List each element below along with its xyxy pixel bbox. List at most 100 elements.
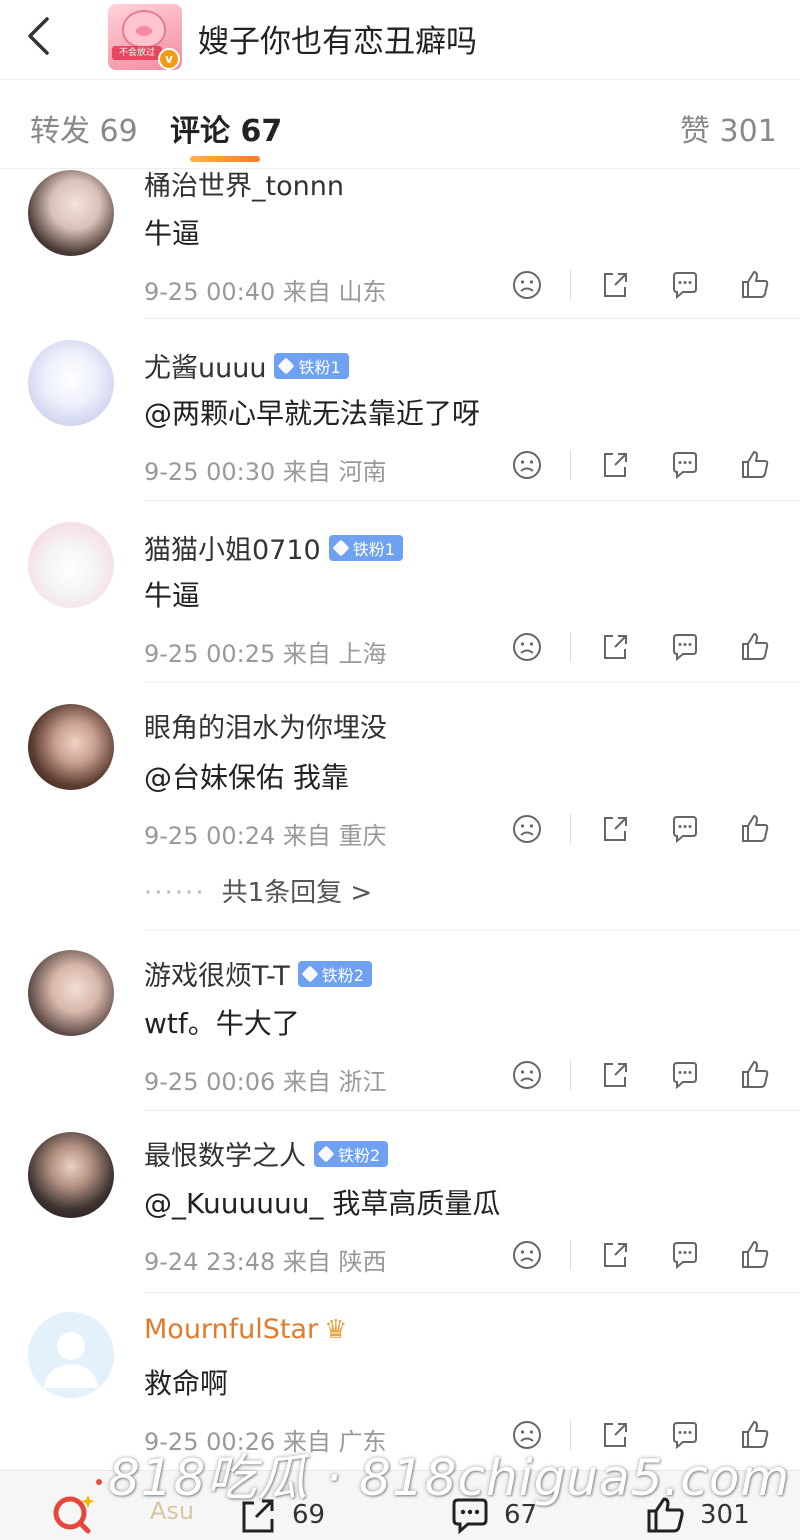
search-button[interactable]	[48, 1489, 96, 1537]
comment-meta: 9-25 00:30 来自 河南	[144, 458, 387, 486]
comment-text: 牛逼	[144, 579, 201, 612]
comment-username[interactable]: 最恨数学之人 铁粉2	[144, 1134, 389, 1173]
watermark: 818吃瓜 · 818chigua5.com	[96, 1438, 790, 1510]
comment-username[interactable]: 眼角的泪水为你埋没	[144, 706, 387, 745]
diamond-icon	[317, 1145, 335, 1162]
dislike-button[interactable]	[510, 1238, 544, 1272]
sad-face-icon	[513, 1241, 541, 1269]
crown-icon: ♛	[324, 1314, 348, 1345]
avatar[interactable]	[28, 1312, 114, 1398]
comment-text: wtf。牛大了	[144, 1007, 300, 1040]
comment-button[interactable]	[668, 812, 702, 846]
dislike-button[interactable]	[510, 812, 544, 846]
comment-text: 救命啊	[144, 1367, 229, 1400]
comment-username[interactable]: 游戏很烦T-T 铁粉2	[144, 954, 372, 993]
like-button[interactable]	[738, 268, 772, 302]
view-replies-link[interactable]: ······ 共1条回复 >	[144, 872, 372, 909]
divider	[570, 270, 571, 300]
avatar[interactable]	[28, 522, 114, 608]
comment-text: @两颗心早就无法靠近了呀	[144, 397, 481, 430]
sad-face-icon	[513, 451, 541, 479]
share-icon	[604, 635, 627, 659]
comment-actions	[510, 812, 780, 848]
top-bar: 不会放过 v 嫂子你也有恋丑癖吗	[0, 0, 800, 80]
comment-username[interactable]: MournfulStar ♛	[144, 1314, 347, 1345]
title-blur-overlay	[480, 10, 790, 62]
tab-likes[interactable]: 赞 301	[680, 106, 777, 150]
comment-button[interactable]	[668, 1058, 702, 1092]
divider	[0, 79, 800, 80]
thumbs-up-icon	[742, 271, 769, 298]
divider	[144, 318, 800, 319]
thumbs-up-icon	[742, 451, 769, 478]
tab-comments[interactable]: 评论 67	[170, 106, 282, 150]
fan-badge: 铁粉1	[274, 352, 349, 379]
share-icon	[604, 273, 627, 297]
dislike-button[interactable]	[510, 630, 544, 664]
divider	[570, 1060, 571, 1090]
divider	[570, 450, 571, 480]
comment-meta: 9-25 00:25 来自 上海	[144, 640, 387, 668]
comment-username[interactable]: 桶治世界_tonnn	[144, 164, 344, 203]
comment-icon	[673, 452, 697, 480]
share-button[interactable]	[598, 1238, 632, 1272]
share-button[interactable]	[598, 268, 632, 302]
like-button[interactable]	[738, 1058, 772, 1092]
search-icon	[53, 1495, 95, 1534]
diamond-icon	[301, 965, 319, 982]
comment-icon	[673, 1242, 697, 1270]
dislike-button[interactable]	[510, 1058, 544, 1092]
dislike-button[interactable]	[510, 448, 544, 482]
tab-repost[interactable]: 转发 69	[30, 106, 138, 150]
thumbs-up-icon	[742, 815, 769, 842]
pig-avatar-image	[122, 10, 166, 48]
sad-face-icon	[513, 633, 541, 661]
avatar[interactable]	[28, 170, 114, 256]
comment-text: 牛逼	[144, 217, 201, 250]
watermark-dot	[96, 1478, 102, 1485]
back-button[interactable]	[18, 14, 58, 58]
comment-button[interactable]	[668, 1238, 702, 1272]
comment-icon	[673, 634, 697, 662]
comment-button[interactable]	[668, 630, 702, 664]
avatar[interactable]	[28, 1132, 114, 1218]
like-button[interactable]	[738, 1238, 772, 1272]
divider	[570, 632, 571, 662]
avatar[interactable]	[28, 950, 114, 1036]
thumbs-up-icon	[742, 633, 769, 660]
comment-icon	[673, 816, 697, 844]
divider	[144, 1110, 800, 1111]
dislike-button[interactable]	[510, 268, 544, 302]
chevron-left-icon	[28, 17, 49, 55]
share-button[interactable]	[598, 630, 632, 664]
comment-text: @_Kuuuuuu_ 我草高质量瓜	[144, 1187, 501, 1220]
comment-button[interactable]	[668, 268, 702, 302]
share-button[interactable]	[598, 1058, 632, 1092]
sad-face-icon	[513, 815, 541, 843]
fan-badge: 铁粉2	[297, 960, 372, 987]
share-icon	[604, 453, 627, 477]
diamond-icon	[332, 539, 350, 556]
like-button[interactable]	[738, 448, 772, 482]
share-button[interactable]	[598, 812, 632, 846]
like-button[interactable]	[738, 630, 772, 664]
thumbs-up-icon	[742, 1241, 769, 1268]
avatar[interactable]	[28, 704, 114, 790]
avatar[interactable]	[28, 340, 114, 426]
comment-meta: 9-24 23:48 来自 陕西	[144, 1248, 387, 1276]
divider	[570, 814, 571, 844]
comment-username[interactable]: 尤酱uuuu 铁粉1	[144, 346, 349, 385]
tab-bar: 转发 69 评论 67 赞 301	[0, 90, 800, 166]
comment-button[interactable]	[668, 448, 702, 482]
comment-actions	[510, 448, 780, 484]
share-icon	[604, 1243, 627, 1267]
share-icon	[604, 1063, 627, 1087]
comment-meta: 9-25 00:06 来自 浙江	[144, 1068, 387, 1096]
fan-badge: 铁粉1	[328, 534, 403, 561]
comment-username[interactable]: 猫猫小姐0710 铁粉1	[144, 528, 403, 567]
sad-face-icon	[513, 271, 541, 299]
share-button[interactable]	[598, 448, 632, 482]
reply-dots: ······	[144, 878, 206, 908]
like-button[interactable]	[738, 812, 772, 846]
comment-actions	[510, 268, 780, 304]
